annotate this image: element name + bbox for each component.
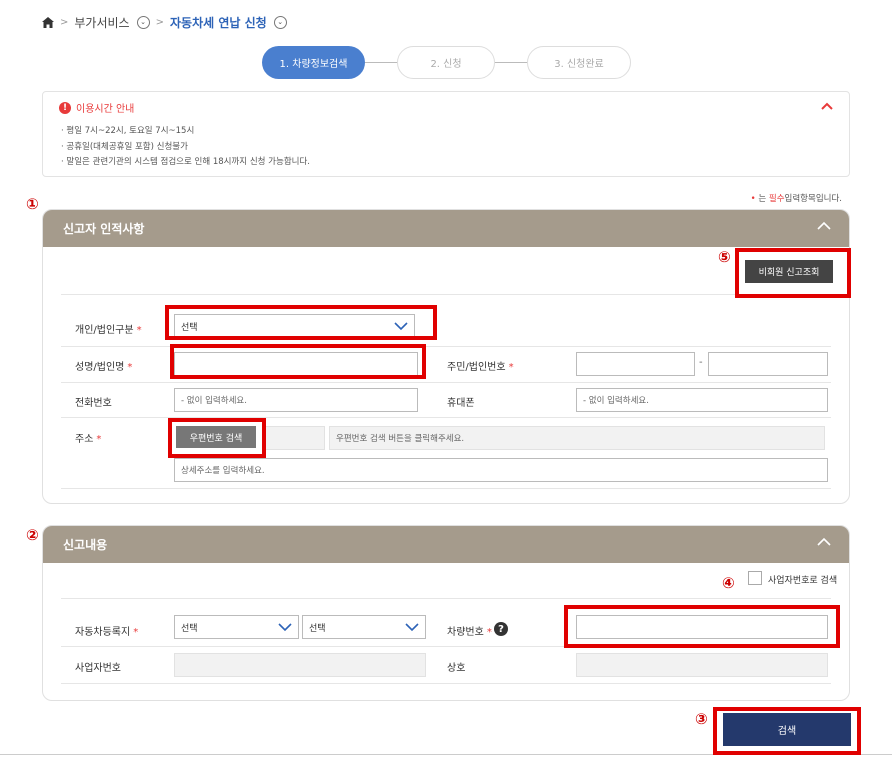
required-field-note: • 는 필수입력항목입니다. xyxy=(750,194,842,204)
section-title: 신고자 인적사항 xyxy=(63,222,145,236)
step-apply: 2. 신청 xyxy=(397,46,495,79)
id-number-front-input[interactable] xyxy=(576,352,695,376)
id-separator: - xyxy=(699,357,703,368)
breadcrumb-item-addon-services[interactable]: 부가서비스 xyxy=(74,14,129,31)
section-title: 신고내용 xyxy=(63,538,108,552)
divider xyxy=(61,346,831,347)
zipcode-search-button[interactable]: 우편번호 검색 xyxy=(176,426,256,448)
non-member-inquiry-button[interactable]: 비회원 신고조회 xyxy=(745,260,833,283)
breadcrumb-separator: > xyxy=(155,16,164,28)
chevron-down-icon xyxy=(405,623,419,632)
mobile-input[interactable]: - 없이 입력하세요. xyxy=(576,388,828,412)
notice-line: · 평일 7시~22시, 토요일 7시~15시 xyxy=(61,126,195,136)
divider xyxy=(61,598,831,599)
name-label: 성명/법인명 * xyxy=(75,362,133,373)
car-number-label: 차량번호 * xyxy=(447,627,492,638)
type-label: 개인/법인구분 * xyxy=(75,325,142,336)
business-number-field xyxy=(174,653,426,677)
divider xyxy=(61,488,831,489)
chevron-down-icon[interactable]: ⌄ xyxy=(273,15,287,29)
divider xyxy=(61,417,831,418)
address-field: 우편번호 검색 버튼을 클릭해주세요. xyxy=(329,426,825,450)
registration-region-label: 자동차등록지 * xyxy=(75,627,139,638)
business-number-search-checkbox[interactable] xyxy=(748,571,762,585)
business-number-search-label: 사업자번호로 검색 xyxy=(768,576,838,586)
chevron-down-icon[interactable]: ⌄ xyxy=(136,15,150,29)
phone-label: 전화번호 xyxy=(75,398,112,409)
region-city-select[interactable]: 선택 xyxy=(302,615,426,639)
chevron-down-icon xyxy=(394,322,408,331)
name-input[interactable] xyxy=(174,352,418,376)
company-name-field xyxy=(576,653,828,677)
home-icon[interactable] xyxy=(42,16,54,28)
zipcode-field xyxy=(263,426,325,450)
chevron-down-icon xyxy=(278,623,292,632)
mobile-label: 휴대폰 xyxy=(447,398,475,409)
address-label: 주소 * xyxy=(75,434,102,445)
step-connector xyxy=(365,62,397,63)
id-number-label: 주민/법인번호 * xyxy=(447,362,514,373)
type-select[interactable]: 선택 xyxy=(174,314,415,338)
collapse-icon[interactable] xyxy=(817,219,831,233)
annotation-marker-4: ④ xyxy=(722,574,735,592)
annotation-marker-2: ② xyxy=(26,526,39,544)
step-complete: 3. 신청완료 xyxy=(527,46,631,79)
section-header: 신고내용 xyxy=(43,526,849,563)
address-detail-input[interactable]: 상세주소를 입력하세요. xyxy=(174,458,828,482)
id-number-back-input[interactable] xyxy=(708,352,828,376)
alert-icon: ! xyxy=(59,101,71,114)
search-button[interactable]: 검색 xyxy=(723,713,851,746)
breadcrumb: > 부가서비스 ⌄ > 자동차세 연납 신청 ⌄ xyxy=(42,12,287,32)
car-number-input[interactable] xyxy=(576,615,828,639)
phone-input[interactable]: - 없이 입력하세요. xyxy=(174,388,418,412)
chevron-up-icon[interactable] xyxy=(821,102,833,110)
breadcrumb-separator: > xyxy=(60,16,69,28)
step-connector xyxy=(495,62,527,63)
business-number-label: 사업자번호 xyxy=(75,663,121,674)
notice-title-text: 이용시간 안내 xyxy=(76,104,135,115)
help-icon[interactable]: ? xyxy=(494,622,508,636)
report-details-section: 신고내용 ④ 사업자번호로 검색 자동차등록지 * 선택 선택 차량번호 * ? 사… xyxy=(42,525,850,701)
step-vehicle-search: 1. 차량정보검색 xyxy=(262,46,365,79)
collapse-icon[interactable] xyxy=(817,535,831,549)
reporter-info-section: 신고자 인적사항 비회원 신고조회 ⑤ 개인/법인구분 * 선택 성명/법인명 * … xyxy=(42,209,850,504)
annotation-marker-5: ⑤ xyxy=(718,248,731,266)
region-province-select[interactable]: 선택 xyxy=(174,615,299,639)
annotation-marker-1: ① xyxy=(26,195,39,213)
divider xyxy=(61,646,831,647)
divider xyxy=(61,382,831,383)
divider xyxy=(61,294,831,295)
annotation-marker-3: ③ xyxy=(695,710,708,728)
section-header: 신고자 인적사항 xyxy=(43,210,849,247)
notice-title: ! 이용시간 안내 xyxy=(59,100,134,115)
company-name-label: 상호 xyxy=(447,663,466,674)
divider xyxy=(61,683,831,684)
breadcrumb-item-current: 자동차세 연납 신청 xyxy=(169,15,267,30)
usage-time-notice: ! 이용시간 안내 · 평일 7시~22시, 토요일 7시~15시 · 공휴일(… xyxy=(42,91,850,177)
notice-line: · 공휴일(대체공휴일 포함) 신청불가 xyxy=(61,142,188,152)
notice-line: · 말일은 관련기관의 시스템 점검으로 인해 18시까지 신청 가능합니다. xyxy=(61,157,310,167)
page-divider xyxy=(0,754,892,755)
